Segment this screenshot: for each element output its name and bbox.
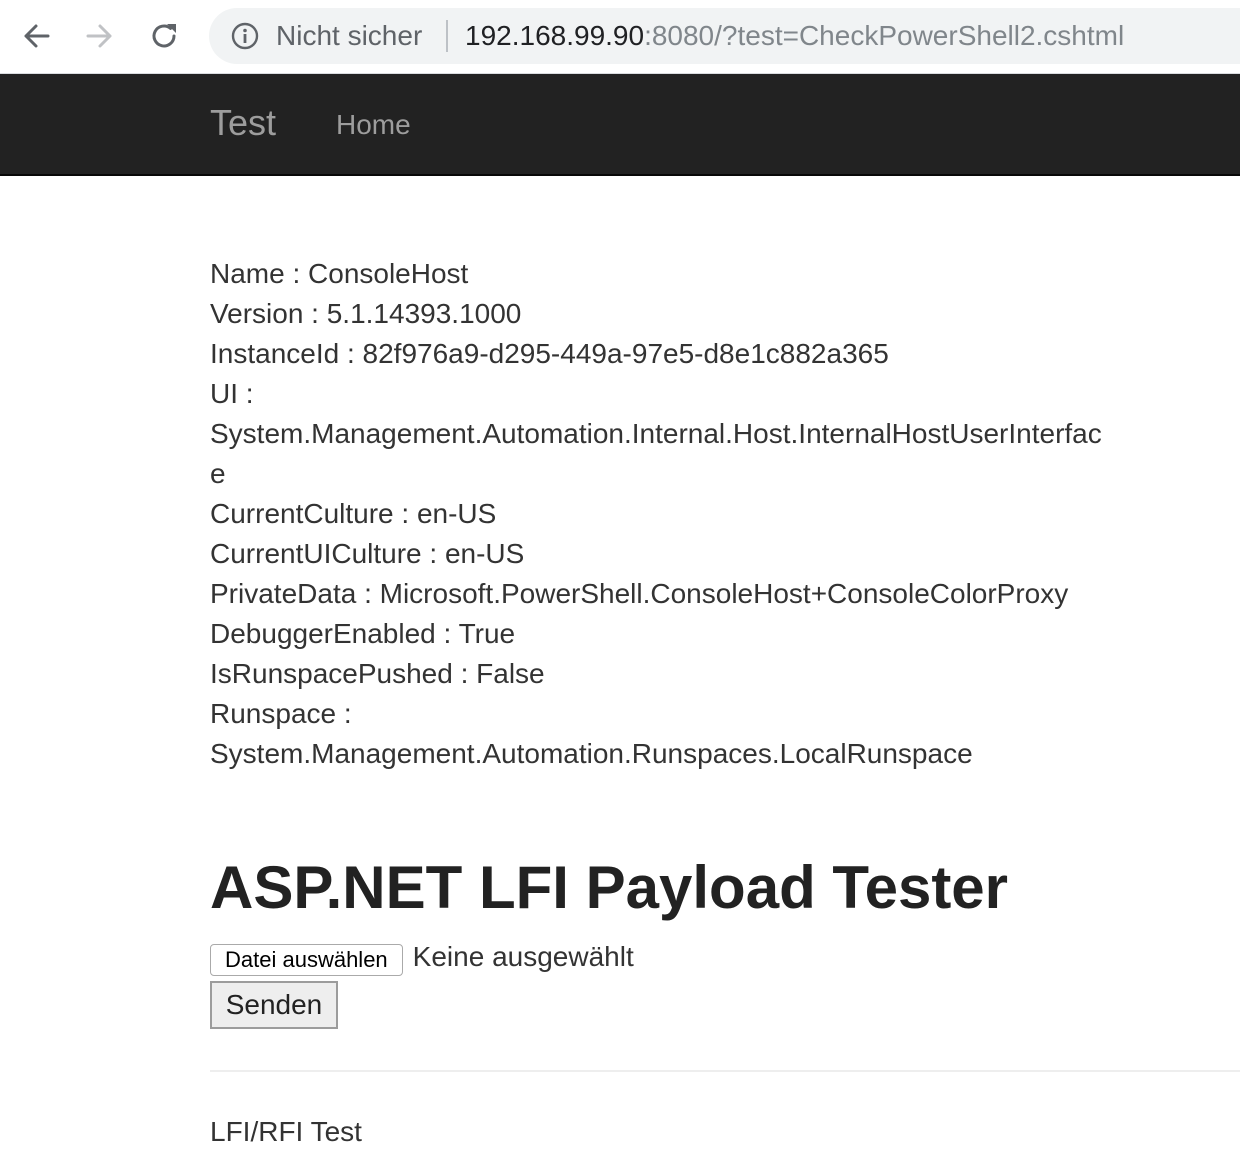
security-label[interactable]: Nicht sicher [276, 19, 422, 53]
file-status-text: Keine ausgewählt [412, 941, 634, 972]
site-navbar: Test Home [0, 74, 1240, 176]
page-title: ASP.NET LFI Payload Tester [210, 854, 1009, 921]
host-info-line: Version : 5.1.14393.1000 [210, 298, 522, 329]
file-upload-field: Datei auswählen Keine ausgewählt [210, 940, 634, 980]
url-host: 192.168.99.90 [465, 20, 645, 51]
host-info-section: Name : ConsoleHost Version : 5.1.14393.1… [210, 254, 1210, 774]
host-info-line: IsRunspacePushed : False [210, 658, 545, 689]
forward-button[interactable] [78, 14, 122, 58]
browser-toolbar: Nicht sicher 192.168.99.90:8080/?test=Ch… [0, 0, 1240, 74]
info-icon[interactable] [231, 22, 259, 50]
host-info-line: CurrentUICulture : en-US [210, 538, 525, 569]
host-info-line: UI : System.Management.Automation.Intern… [210, 378, 1102, 489]
back-button[interactable] [14, 14, 58, 58]
reload-button[interactable] [142, 14, 186, 58]
nav-link-home[interactable]: Home [336, 109, 411, 141]
arrow-right-icon [86, 22, 114, 50]
host-info-output: Name : ConsoleHost Version : 5.1.14393.1… [210, 254, 1110, 774]
host-info-line: CurrentCulture : en-US [210, 498, 497, 529]
horizontal-rule [210, 1070, 1240, 1072]
submit-button[interactable]: Senden [210, 981, 338, 1029]
choose-file-button[interactable]: Datei auswählen [210, 944, 403, 976]
address-bar[interactable]: Nicht sicher 192.168.99.90:8080/?test=Ch… [209, 8, 1240, 64]
host-info-line: InstanceId : 82f976a9-d295-449a-97e5-d8e… [210, 338, 889, 369]
host-info-line: Runspace : System.Management.Automation.… [210, 698, 973, 769]
url-text[interactable]: 192.168.99.90:8080/?test=CheckPowerShell… [465, 19, 1124, 53]
host-info-line: PrivateData : Microsoft.PowerShell.Conso… [210, 578, 1069, 609]
url-path: :8080/?test=CheckPowerShell2.cshtml [644, 20, 1125, 51]
host-info-line: Name : ConsoleHost [210, 258, 469, 289]
host-info-line: DebuggerEnabled : True [210, 618, 516, 649]
footer-text: LFI/RFI Test [210, 1116, 362, 1147]
arrow-left-icon [22, 22, 50, 50]
address-divider [446, 20, 448, 52]
reload-icon [149, 21, 179, 51]
navbar-brand[interactable]: Test [210, 102, 276, 144]
